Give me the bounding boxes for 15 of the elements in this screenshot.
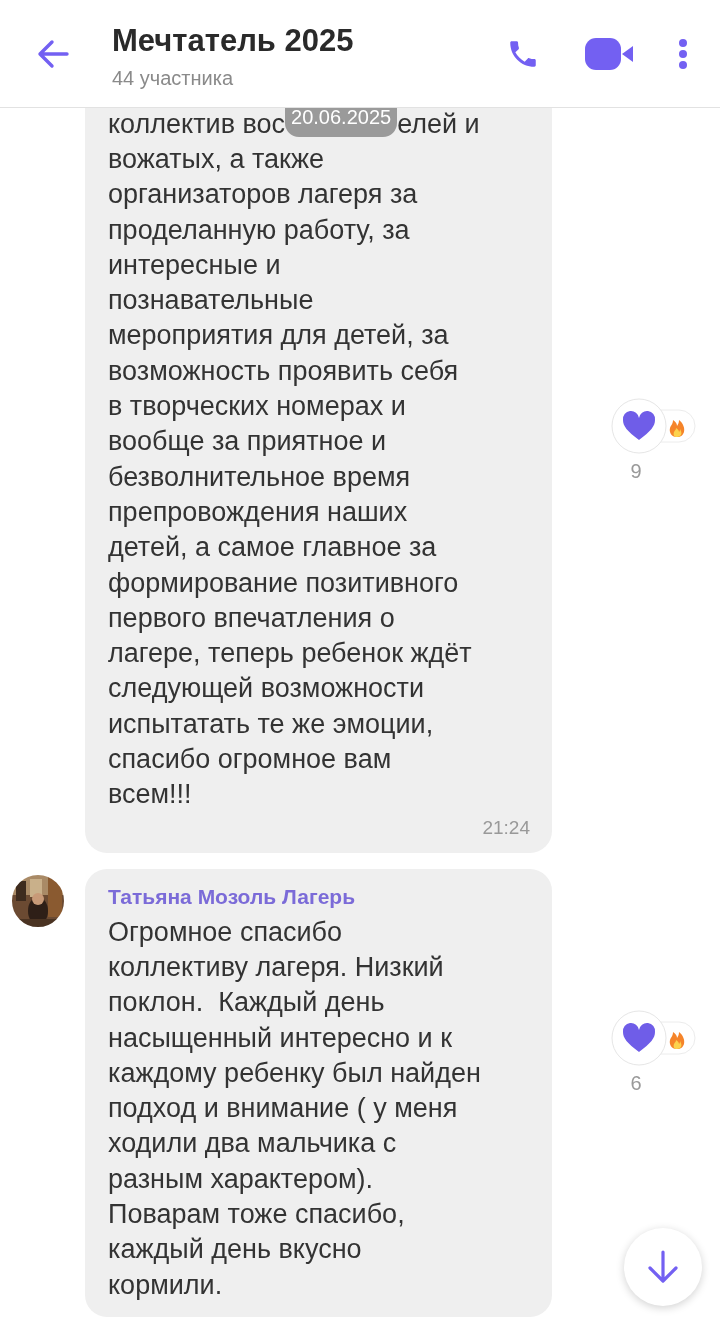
reaction-count: 6: [630, 1072, 642, 1096]
message-text: коллектив вос: [108, 108, 286, 142]
reaction-count: 9: [630, 459, 642, 483]
sender-name: Татьяна Мозоль Лагерь: [108, 884, 357, 909]
chat-title: Мечтатель 2025: [112, 23, 355, 59]
video-call-button[interactable]: [584, 35, 634, 72]
more-options-button[interactable]: [678, 37, 688, 70]
member-count: 44 участника: [112, 67, 235, 90]
message-text: вожатых, а также организаторов лагеря за проделанную работу, за интересные и познавательные мероприятия для детей, за возможность проявить себя в творческих номерах и вообще за приятное и безволнительное время препровождения наших детей, а самое главное за формирование позитивного первого впечатления о лагере, теперь ребенок ждёт следующей возможности испытатать те же эмоции, спасибо огромное вам всем!!!: [108, 143, 473, 812]
back-arrow-icon: [36, 38, 70, 69]
message-text: Огромное спасибо коллективу лагеря. Низкий поклон. Каждый день насыщенный интересно и к каждому ребенку был найден подход и внимание ( у меня ходили два мальчика с разным характером). Поварам тоже спасибо, каждый день вкусно кормили.: [108, 915, 482, 1302]
date-badge: 20.06.2025: [285, 108, 398, 137]
message-text: елей и: [397, 108, 480, 142]
message-time: 21:24: [482, 816, 530, 839]
scroll-down-button[interactable]: [624, 1228, 702, 1306]
